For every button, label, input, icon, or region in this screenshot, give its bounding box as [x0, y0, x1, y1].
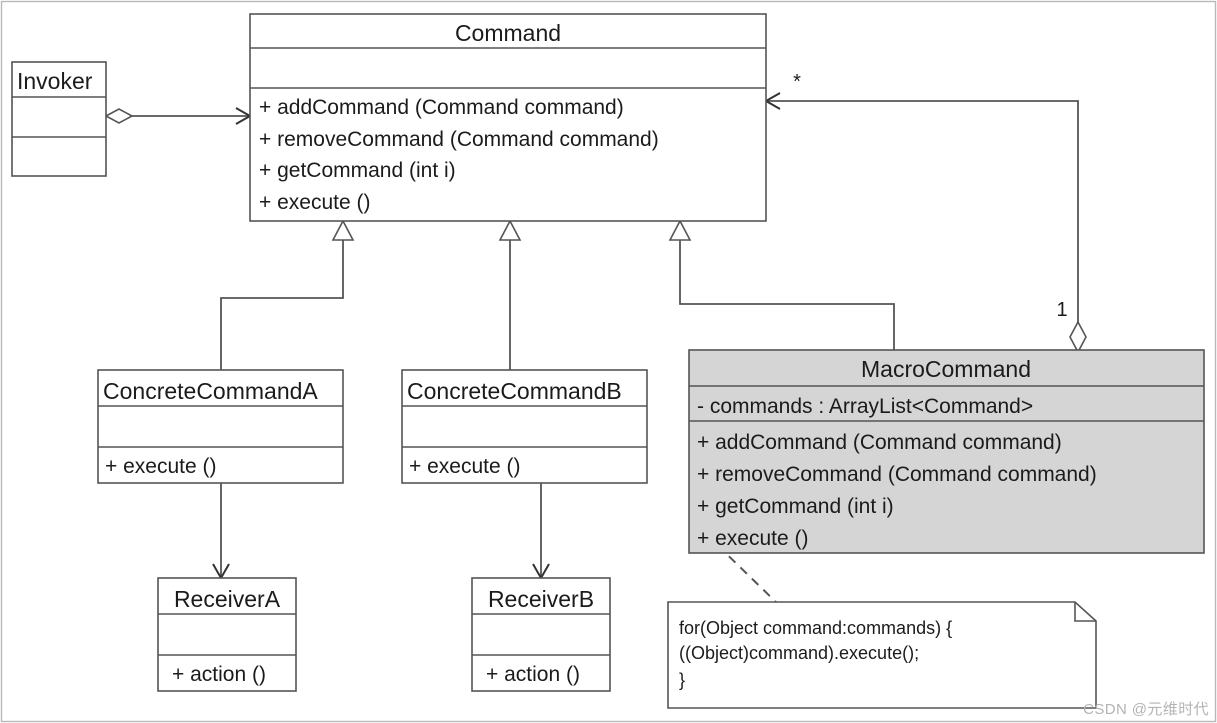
command-operation-3: + execute () [259, 191, 370, 214]
note-line-1: ((Object)command).execute(); [679, 643, 919, 663]
multiplicity-one: 1 [1056, 299, 1067, 321]
class-box-receivera[interactable]: ReceiverA + action () [157, 577, 297, 692]
command-operation-0: + addCommand (Command command) [259, 96, 624, 119]
class-box-macrocommand[interactable]: MacroCommand - commands : ArrayList<Comm… [688, 349, 1205, 554]
edge-macrocommand-to-command [763, 92, 1087, 354]
macrocommand-attribute-0: - commands : ArrayList<Command> [697, 395, 1033, 418]
note-box[interactable]: for(Object command:commands) { ((Object)… [667, 601, 1097, 709]
class-box-concretecommanda[interactable]: ConcreteCommandA + execute () [97, 369, 344, 484]
edge-invoker-to-command [104, 107, 253, 125]
class-name-receiverb: ReceiverB [488, 586, 594, 612]
class-name-receivera: ReceiverA [174, 586, 281, 612]
receivera-operation-0: + action () [172, 663, 266, 686]
edge-generalization-b [498, 219, 522, 376]
macrocommand-operation-0: + addCommand (Command command) [697, 431, 1062, 454]
class-box-invoker[interactable]: Invoker [11, 61, 107, 177]
edge-concreteb-to-receiverb [532, 483, 550, 581]
macrocommand-operation-3: + execute () [697, 527, 808, 550]
class-name-command: Command [455, 20, 561, 46]
class-box-receiverb[interactable]: ReceiverB + action () [471, 577, 611, 692]
edge-generalization-a [220, 219, 355, 376]
class-name-concretecommanda: ConcreteCommandA [103, 378, 318, 404]
class-name-invoker: Invoker [17, 68, 93, 94]
receiverb-operation-0: + action () [486, 663, 580, 686]
multiplicity-star: * [793, 71, 801, 93]
macrocommand-operation-1: + removeCommand (Command command) [697, 463, 1097, 486]
edge-concretea-to-receivera [212, 483, 230, 581]
command-operation-1: + removeCommand (Command command) [259, 128, 659, 151]
note-line-0: for(Object command:commands) { [679, 618, 952, 638]
class-box-concretecommandb[interactable]: ConcreteCommandB + execute () [401, 369, 648, 484]
concretecommandb-operation-0: + execute () [409, 455, 520, 478]
watermark-text: CSDN @元维时代 [1083, 701, 1209, 718]
class-name-concretecommandb: ConcreteCommandB [407, 378, 622, 404]
command-operation-2: + getCommand (int i) [259, 159, 456, 182]
class-name-macrocommand: MacroCommand [861, 356, 1031, 382]
class-box-command[interactable]: Command + addCommand (Command command) +… [249, 13, 767, 222]
concretecommanda-operation-0: + execute () [105, 455, 216, 478]
macrocommand-operation-2: + getCommand (int i) [697, 495, 894, 518]
diagram-canvas: * 1 Invoker Command + addCommand (Comman… [0, 0, 1217, 723]
edge-generalization-macro [668, 219, 895, 350]
note-line-2: } [679, 670, 685, 690]
